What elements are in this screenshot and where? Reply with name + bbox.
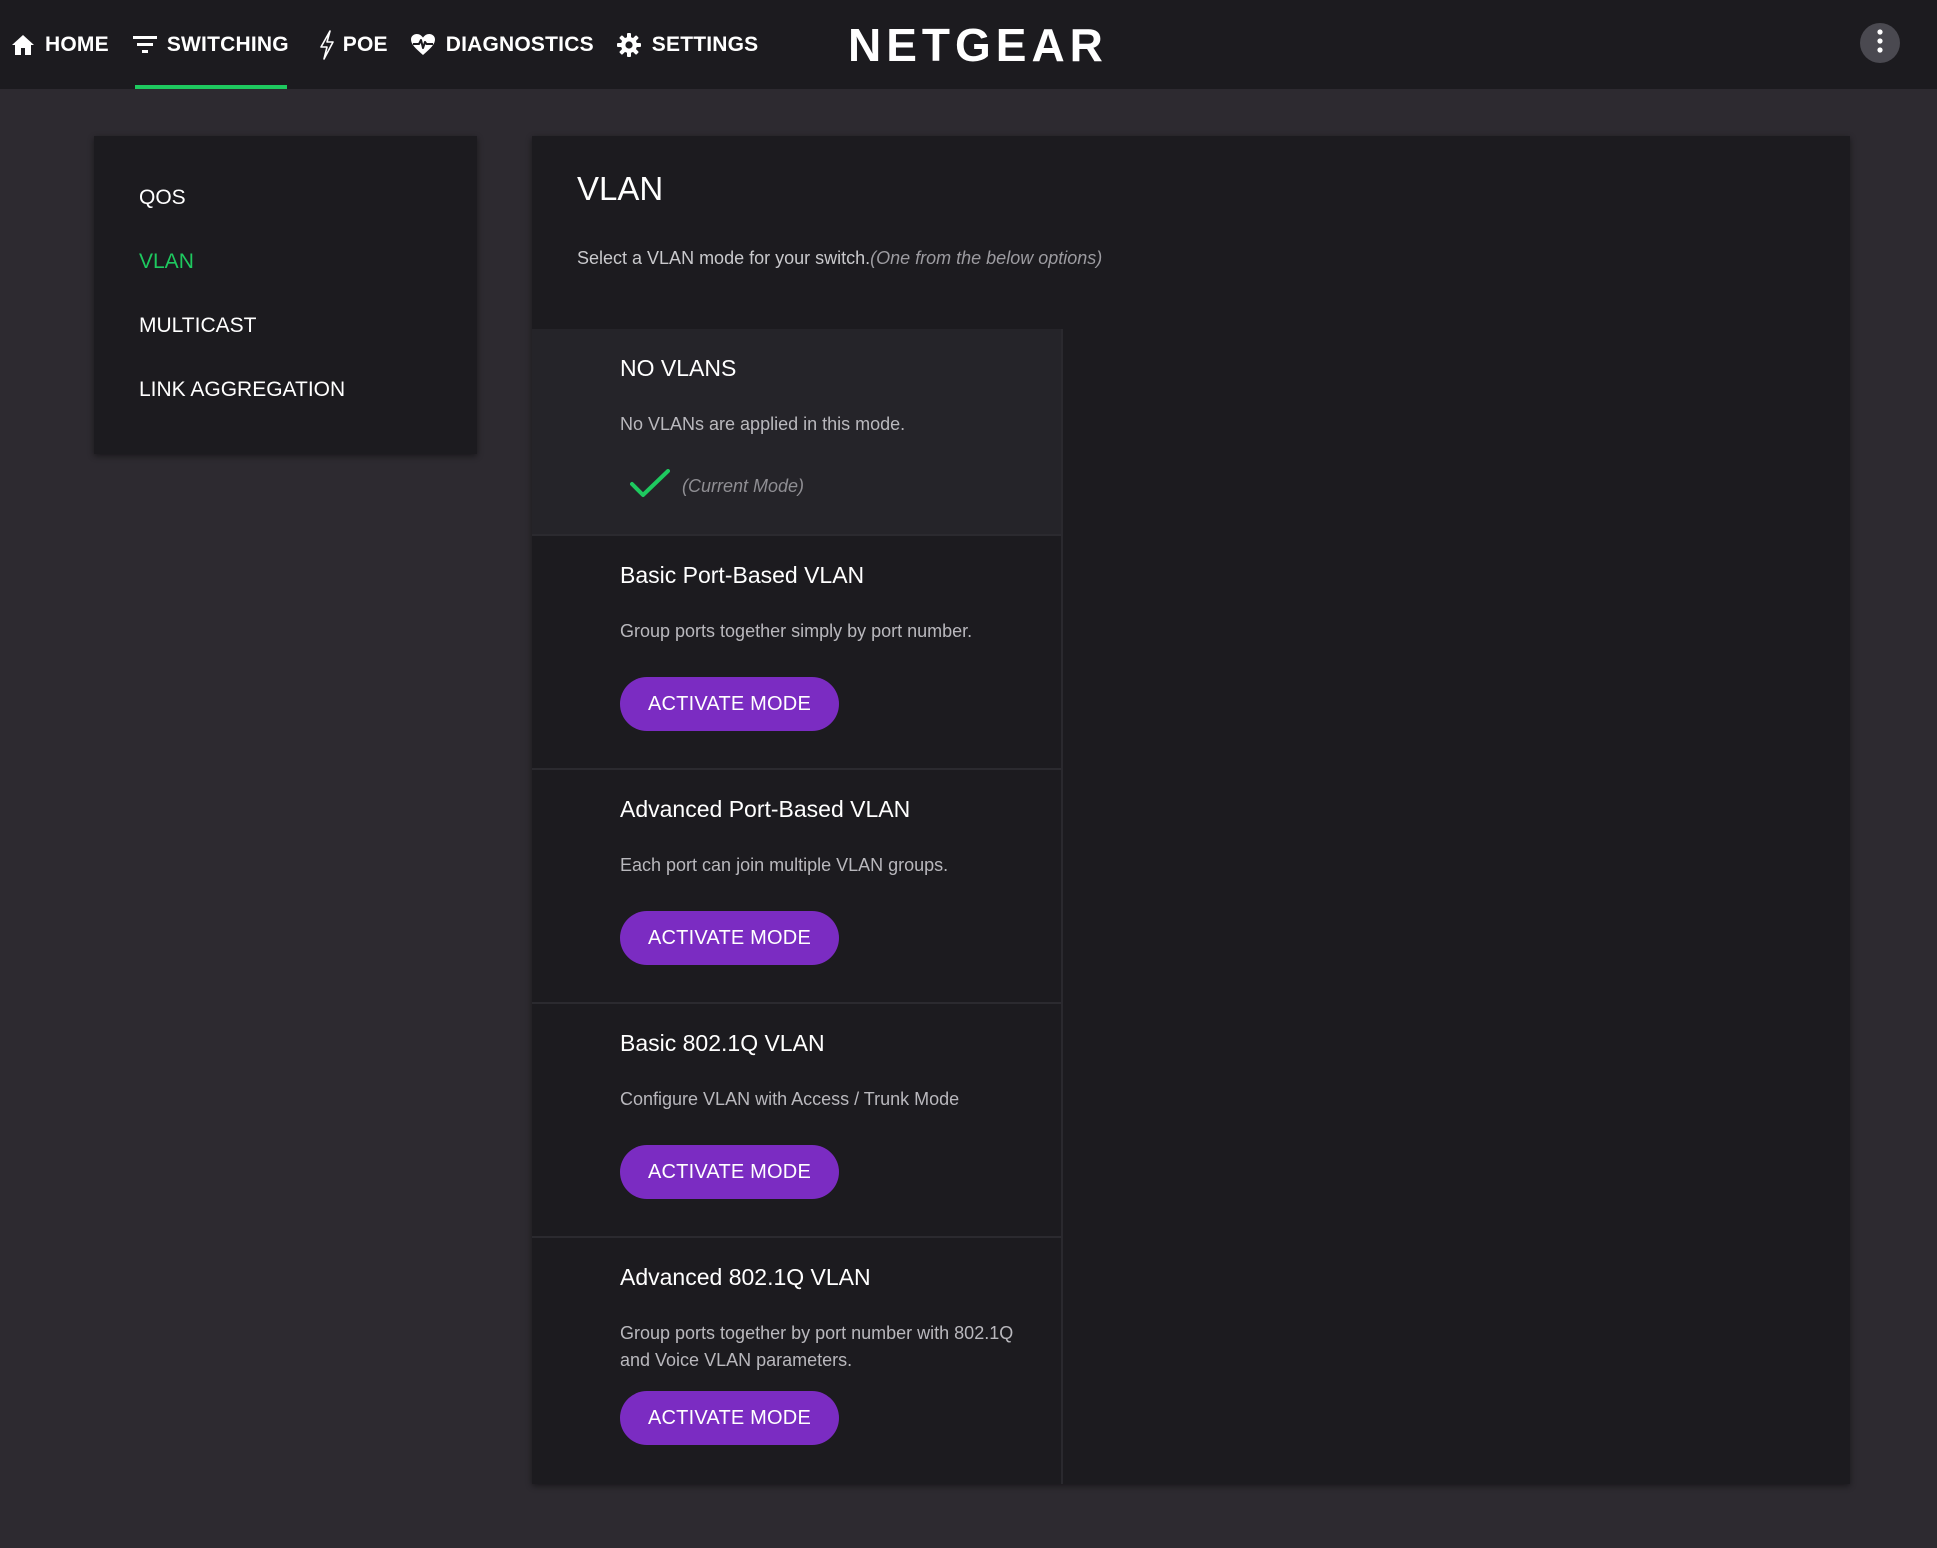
activate-mode-button[interactable]: ACTIVATE MODE <box>620 1145 839 1199</box>
activate-mode-button[interactable]: ACTIVATE MODE <box>620 1391 839 1445</box>
nav-item-label: HOME <box>45 32 109 56</box>
subtitle-text: Select a VLAN mode for your switch. <box>577 248 871 268</box>
mode-title: Basic Port-Based VLAN <box>620 562 865 588</box>
main-nav: HOME SWITCHING POE DIAGNOSTICS SETTINGS <box>0 0 769 89</box>
nav-item-diagnostics[interactable]: DIAGNOSTICS <box>399 0 605 89</box>
vlan-mode-list: NO VLANS No VLANs are applied in this mo… <box>532 329 1063 1484</box>
nav-item-poe[interactable]: POE <box>308 0 399 89</box>
nav-item-settings[interactable]: SETTINGS <box>605 0 770 89</box>
mode-card-no-vlans: NO VLANS No VLANs are applied in this mo… <box>532 329 1061 536</box>
vlan-panel: VLAN Select a VLAN mode for your switch.… <box>532 136 1850 1484</box>
mode-description: Group ports together simply by port numb… <box>620 621 973 641</box>
heart-pulse-icon <box>410 33 436 57</box>
home-icon <box>11 34 35 56</box>
sidebar: QOS VLAN MULTICAST LINK AGGREGATION <box>94 136 477 454</box>
page-title: VLAN <box>577 170 664 207</box>
mode-description: Configure VLAN with Access / Trunk Mode <box>620 1089 960 1109</box>
sidebar-item-link-aggregation[interactable]: LINK AGGREGATION <box>139 378 345 402</box>
mode-card-advanced-8021q: Advanced 802.1Q VLAN Group ports togethe… <box>532 1238 1061 1484</box>
mode-title: Advanced Port-Based VLAN <box>620 796 911 822</box>
nav-item-home[interactable]: HOME <box>0 0 120 89</box>
activate-mode-button[interactable]: ACTIVATE MODE <box>620 677 839 731</box>
mode-description: No VLANs are applied in this mode. <box>620 414 906 434</box>
nav-item-label: DIAGNOSTICS <box>445 32 594 56</box>
nav-item-switching[interactable]: SWITCHING <box>122 0 300 89</box>
nav-item-label: SETTINGS <box>651 32 759 56</box>
mode-description: Group ports together by port number with… <box>620 1323 1014 1370</box>
top-nav-bar: HOME SWITCHING POE DIAGNOSTICS SETTINGS … <box>0 0 1937 89</box>
sidebar-item-qos[interactable]: QOS <box>139 186 186 210</box>
sidebar-item-vlan[interactable]: VLAN <box>139 250 194 274</box>
sidebar-item-multicast[interactable]: MULTICAST <box>139 314 256 338</box>
nav-item-label: SWITCHING <box>166 32 289 56</box>
mode-title: Advanced 802.1Q VLAN <box>620 1264 871 1290</box>
subtitle-hint: (One from the below options) <box>870 248 1103 268</box>
mode-title: Basic 802.1Q VLAN <box>620 1030 825 1056</box>
current-mode-label: (Current Mode) <box>682 476 805 496</box>
activate-mode-button[interactable]: ACTIVATE MODE <box>620 911 839 965</box>
check-icon <box>630 469 670 504</box>
brand-logo: NETGEAR <box>848 19 1108 71</box>
mode-title: NO VLANS <box>620 355 737 381</box>
mode-card-basic-8021q: Basic 802.1Q VLAN Configure VLAN with Ac… <box>532 1004 1061 1238</box>
bolt-icon <box>319 29 335 60</box>
page-subtitle: Select a VLAN mode for your switch.(One … <box>577 248 1102 269</box>
current-mode-indicator: (Current Mode) <box>630 469 804 504</box>
mode-card-advanced-port-based: Advanced Port-Based VLAN Each port can j… <box>532 770 1061 1004</box>
more-vertical-icon <box>1877 28 1883 58</box>
gear-icon <box>616 32 642 58</box>
mode-card-basic-port-based: Basic Port-Based VLAN Group ports togeth… <box>532 536 1061 770</box>
more-menu-button[interactable] <box>1860 23 1900 63</box>
nav-item-label: POE <box>342 32 388 56</box>
mode-description: Each port can join multiple VLAN groups. <box>620 855 949 875</box>
filter-icon <box>132 35 157 55</box>
